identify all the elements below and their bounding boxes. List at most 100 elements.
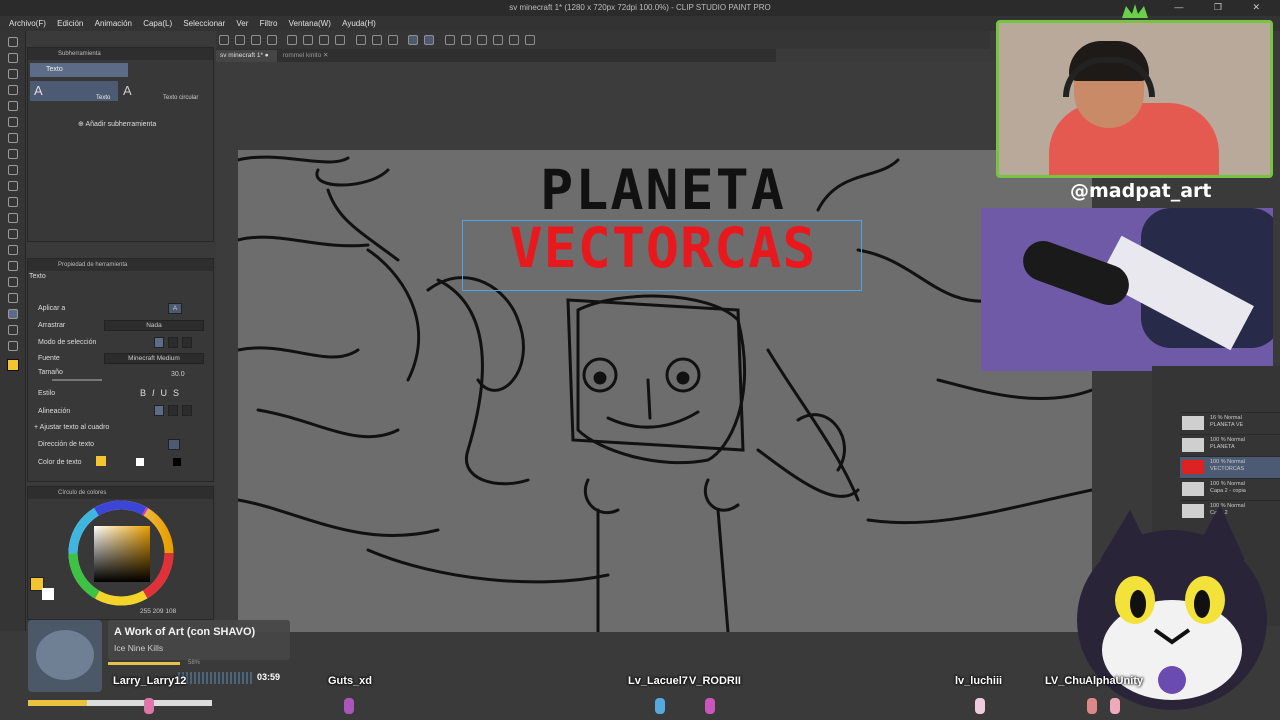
menu-filter[interactable]: Filtro [260,19,278,28]
text-direction-toggle[interactable] [168,439,180,450]
gradient-tool-icon[interactable] [8,261,18,271]
title-line-vectorcas: VECTORCAS [509,216,817,280]
ruler-tool-icon[interactable] [8,293,18,303]
flip-icon[interactable] [492,35,503,45]
menu-edit[interactable]: Edición [57,19,83,28]
fit-text-checkbox[interactable]: + Ajustar texto al cuadro [34,424,109,431]
tab-rommel-kinito[interactable]: rommel kinito ✕ [279,49,337,62]
clear-icon[interactable] [319,35,330,45]
snap-special-ruler-icon[interactable] [424,35,435,45]
new-file-icon[interactable] [219,35,229,45]
drag-select[interactable]: Nada [104,320,204,331]
select-all-icon[interactable] [371,35,382,45]
fill-selection-icon[interactable] [476,35,487,45]
snap-ruler-icon[interactable] [408,35,419,45]
menu-help[interactable]: Ayuda(H) [342,19,376,28]
menu-view[interactable]: Ver [236,19,248,28]
operation-tool-icon[interactable] [8,69,18,79]
menu-file[interactable]: Archivo(F) [9,19,46,28]
size-value[interactable]: 30.0 [171,371,185,378]
apply-to-toggle[interactable]: A [168,303,182,314]
r-value: 255 [140,608,151,615]
subtool-group-text[interactable]: Texto [30,63,128,77]
color-wheel-title: Círculo de colores [28,487,213,499]
eraser-tool-icon[interactable] [8,213,18,223]
snap-grid-icon[interactable] [444,35,455,45]
tool-property-name: Texto [29,273,46,280]
layer-blend: 100 % Normal [1210,437,1245,443]
invert-selection-icon[interactable] [387,35,398,45]
subtool-circular-text-icon[interactable]: A [123,83,132,98]
export-icon[interactable] [267,35,277,45]
redo-icon[interactable] [303,35,314,45]
font-label: Fuente [38,355,60,362]
settings-icon[interactable] [524,35,535,45]
main-color-swatch[interactable] [7,359,19,371]
blend-tool-icon[interactable] [8,229,18,239]
add-subtool-label: Añadir subherramienta [85,121,157,128]
chatter-name: V_RODRII [689,675,741,687]
text-direction-label: Dirección de texto [38,441,95,448]
text-tool-icon[interactable] [8,309,18,319]
chatter-name: Guts_xd [328,675,373,687]
figure-tool-icon[interactable] [8,277,18,287]
fill-tool-icon[interactable] [8,245,18,255]
layer-thumbnail [1182,460,1204,474]
sub-color-chip[interactable] [42,588,54,600]
drawing-canvas[interactable]: PLANETA VECTORCAS [238,150,1092,632]
selection-mode-c[interactable] [182,337,192,348]
layer-row[interactable]: 16 % Normal PLANETA VE [1180,412,1280,434]
pen-tool-icon[interactable] [8,133,18,143]
eyedropper-icon[interactable] [8,117,18,127]
selection-mode-a[interactable] [154,337,164,348]
decoration-tool-icon[interactable] [8,197,18,207]
layer-row-selected[interactable]: 100 % Normal VECTORCAS [1180,456,1280,478]
open-file-icon[interactable] [235,35,245,45]
select-tool-icon[interactable] [8,85,18,95]
text-color-main-swatch[interactable] [96,456,106,466]
menu-layer[interactable]: Capa(L) [143,19,172,28]
window-controls[interactable]: — ❐ ✕ [1174,2,1274,13]
undo-icon[interactable] [287,35,298,45]
chatter-sprite [1110,698,1120,714]
text-color-black-swatch[interactable] [173,458,181,466]
song-progress-bar [108,662,180,665]
align-left-button[interactable] [154,405,164,416]
menu-window[interactable]: Ventana(W) [289,19,331,28]
menu-select[interactable]: Seleccionar [183,19,225,28]
color-wheel[interactable] [28,499,215,619]
chatter-sprite [975,698,985,714]
layer-row[interactable]: 100 % Normal PLANETA [1180,434,1280,456]
add-subtool-button[interactable]: ⊕ Añadir subherramienta [78,120,156,128]
layer-name: Capa 2 - copia [1210,488,1246,494]
layer-row[interactable]: 100 % Normal Capa 2 - copia [1180,478,1280,500]
deselect-icon[interactable] [355,35,366,45]
align-center-button[interactable] [168,405,178,416]
airbrush-tool-icon[interactable] [8,181,18,191]
move-tool-icon[interactable] [8,53,18,63]
text-color-sub-swatch[interactable] [136,458,144,466]
song-artist: Ice Nine Kills [114,643,164,653]
layer-blend: 100 % Normal [1210,481,1245,487]
brush-tool-icon[interactable] [8,165,18,175]
rotate-icon[interactable] [508,35,519,45]
correct-line-icon[interactable] [8,341,18,351]
align-right-button[interactable] [182,405,192,416]
layer-icon[interactable] [460,35,471,45]
auto-select-icon[interactable] [8,101,18,111]
b-value: 108 [165,608,177,615]
balloon-tool-icon[interactable] [8,325,18,335]
font-select[interactable]: Minecraft Medium [104,353,204,364]
transform-icon[interactable] [335,35,346,45]
chatter-name: LV_Chu [1045,675,1086,687]
style-buttons[interactable]: BIUS [140,388,185,398]
pencil-tool-icon[interactable] [8,149,18,159]
save-icon[interactable] [251,35,261,45]
size-slider[interactable] [52,379,102,381]
menu-animation[interactable]: Animación [95,19,132,28]
document-tabs: sv minecraft 1* ● rommel kinito ✕ [216,49,776,63]
song-info-box: A Work of Art (con SHAVO) Ice Nine Kills [108,620,290,660]
zoom-tool-icon[interactable] [8,37,18,47]
plus-circle-icon: ⊕ [78,121,84,128]
selection-mode-b[interactable] [168,337,178,348]
